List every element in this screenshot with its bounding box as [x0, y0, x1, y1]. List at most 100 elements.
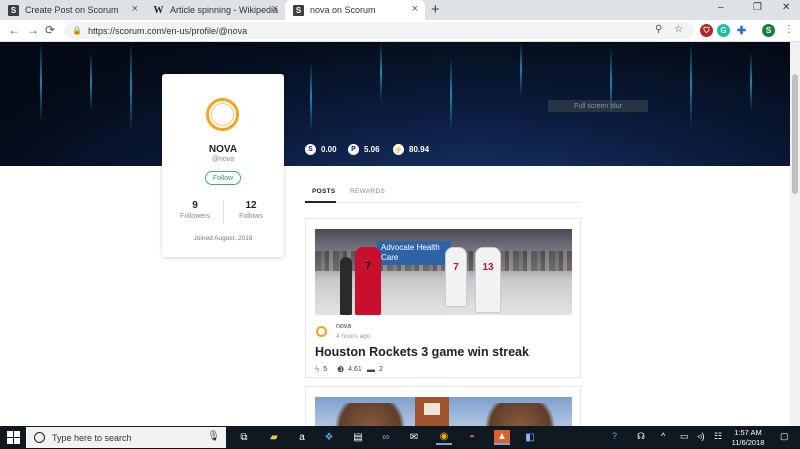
active-tab-indicator	[305, 201, 336, 203]
browser-tab-nova-profile[interactable]: S nova on Scorum ×	[285, 0, 425, 20]
scorum-favicon-icon: S	[293, 4, 304, 16]
zoom-icon[interactable]: ⚲	[655, 24, 662, 35]
help-icon[interactable]: ?	[612, 431, 617, 441]
decor-streak	[750, 52, 752, 112]
battery-icon[interactable]: ▭	[680, 431, 689, 442]
post-title[interactable]: Houston Rockets 3 game win streak	[315, 345, 529, 359]
following-number: 12	[245, 200, 257, 211]
jersey-number: 13	[482, 262, 494, 273]
notepad-app-icon[interactable]: ▲	[494, 430, 510, 445]
reward-amount: 4.61	[348, 366, 362, 373]
tree-figure	[335, 403, 405, 426]
network-icon[interactable]: ☷	[714, 431, 722, 442]
comment-icon: ▬	[367, 365, 375, 374]
address-bar[interactable]: 🔒 https://scorum.com/en-us/profile/@nova	[64, 22, 694, 39]
post-author[interactable]: nova	[336, 323, 351, 330]
close-tab-icon[interactable]: ×	[272, 3, 278, 15]
avatar	[206, 98, 239, 131]
post-cover-image[interactable]	[315, 397, 572, 426]
fullscreen-button[interactable]: Full screen blur	[548, 100, 648, 112]
player-figure: 7	[445, 247, 467, 307]
browser-tab-create-post[interactable]: S Create Post on Scorum ×	[0, 0, 145, 20]
profile-avatar-icon[interactable]: S	[762, 24, 775, 37]
lightning-icon: ϟ	[315, 365, 320, 374]
clock-date: 11/6/2018	[731, 438, 765, 447]
tab-posts[interactable]: POSTS	[312, 188, 336, 195]
show-hidden-icons[interactable]: ^	[661, 431, 665, 441]
close-window-button[interactable]: ✕	[782, 2, 790, 13]
close-tab-icon[interactable]: ×	[412, 3, 418, 15]
chrome-icon[interactable]: ◉	[436, 430, 452, 445]
browser-tab-strip: S Create Post on Scorum × W Article spin…	[0, 0, 800, 20]
menu-dots-icon[interactable]: ⋮	[784, 24, 794, 35]
comments-count: 2	[379, 366, 383, 373]
scrollbar-thumb[interactable]	[792, 74, 798, 194]
author-avatar[interactable]	[316, 326, 327, 337]
amazon-icon[interactable]: a	[294, 430, 310, 445]
scr-coin-icon: S	[305, 144, 316, 155]
post-card[interactable]	[305, 386, 581, 426]
microphone-icon[interactable]: 🎙	[207, 431, 220, 442]
lightning-icon: ⚡	[393, 144, 404, 155]
arena-sign: Advocate Health Care	[377, 241, 451, 265]
player-figure: 13	[475, 247, 501, 313]
post-reward: ❸ 4.61	[337, 365, 362, 374]
post-votes[interactable]: ϟ 5	[315, 365, 327, 374]
stat-sp-balance: P 5.06	[348, 144, 380, 155]
file-explorer-icon[interactable]: ▰	[266, 430, 282, 445]
follow-button[interactable]: Follow	[205, 171, 241, 185]
back-button[interactable]: ←	[8, 23, 20, 37]
browser-tab-wikipedia[interactable]: W Article spinning - Wikipedia ×	[145, 0, 285, 20]
notifications-icon[interactable]: ▢	[780, 431, 789, 442]
maximize-button[interactable]: ❐	[753, 2, 762, 13]
scorum-favicon-icon: S	[8, 4, 19, 16]
bookmark-star-icon[interactable]: ☆	[674, 24, 683, 35]
firefox-icon[interactable]: ◓	[464, 430, 480, 445]
new-tab-button[interactable]: +	[431, 1, 440, 18]
grammarly-icon[interactable]: G	[717, 24, 730, 37]
taskbar-clock[interactable]: 1:57 AM 11/6/2018	[726, 428, 770, 448]
mail-icon[interactable]: ✉	[406, 430, 422, 445]
post-comments[interactable]: ▬ 2	[367, 365, 383, 374]
tab-title: Create Post on Scorum	[25, 5, 119, 15]
stat-scr-balance: S 0.00	[305, 144, 337, 155]
extension-plus-icon[interactable]: ✚	[735, 24, 748, 37]
decor-streak	[310, 62, 312, 132]
player-figure: 7	[355, 247, 381, 315]
taskbar-search-box[interactable]: Type here to search 🎙	[26, 427, 226, 448]
tab-rewards[interactable]: REWARDS	[350, 188, 385, 195]
clock-time: 1:57 AM	[734, 428, 762, 437]
extension-shield-icon[interactable]: ⛉	[700, 24, 713, 37]
task-view-icon[interactable]: ⧉	[236, 430, 252, 445]
profile-handle: @nova	[211, 156, 235, 163]
decor-streak	[90, 52, 92, 112]
post-cover-image[interactable]: Advocate Health Care 7 7 13	[315, 229, 572, 315]
dropbox-icon[interactable]: ❖	[321, 430, 337, 445]
link-app-icon[interactable]: ∞	[378, 430, 394, 445]
post-time: 4 hours ago	[336, 333, 371, 340]
forward-button[interactable]: →	[27, 23, 39, 37]
coin-icon: ❸	[337, 365, 345, 374]
stat-value: 0.00	[321, 145, 337, 154]
discord-icon[interactable]: ◧	[522, 430, 538, 445]
reload-button[interactable]: ⟳	[45, 23, 55, 37]
decor-streak	[450, 57, 452, 132]
windows-start-icon[interactable]	[7, 431, 20, 444]
browser-toolbar: ← → ⟳ 🔒 https://scorum.com/en-us/profile…	[0, 20, 800, 42]
close-tab-icon[interactable]: ×	[132, 3, 138, 15]
tab-title: nova on Scorum	[310, 5, 376, 15]
page-scrollbar[interactable]	[790, 42, 800, 426]
following-count[interactable]: 12 Follows	[226, 200, 276, 220]
followers-count[interactable]: 9 Followers	[170, 200, 220, 220]
lock-icon: 🔒	[72, 26, 82, 35]
page-viewport: Full screen blur S 0.00 P 5.06 ⚡ 80.94 N…	[0, 42, 790, 426]
people-icon[interactable]: ☊	[637, 431, 645, 442]
minimize-button[interactable]: –	[718, 2, 724, 13]
jersey-number: 7	[453, 262, 459, 273]
decor-streak	[380, 42, 382, 102]
store-icon[interactable]: ▤	[350, 430, 366, 445]
post-card[interactable]: Advocate Health Care 7 7 13 nova 4 hours…	[305, 218, 581, 378]
followers-number: 9	[192, 200, 198, 211]
profile-card: NOVA @nova Follow 9 Followers 12 Follows…	[162, 74, 284, 257]
volume-icon[interactable]: ◃)	[697, 431, 705, 442]
